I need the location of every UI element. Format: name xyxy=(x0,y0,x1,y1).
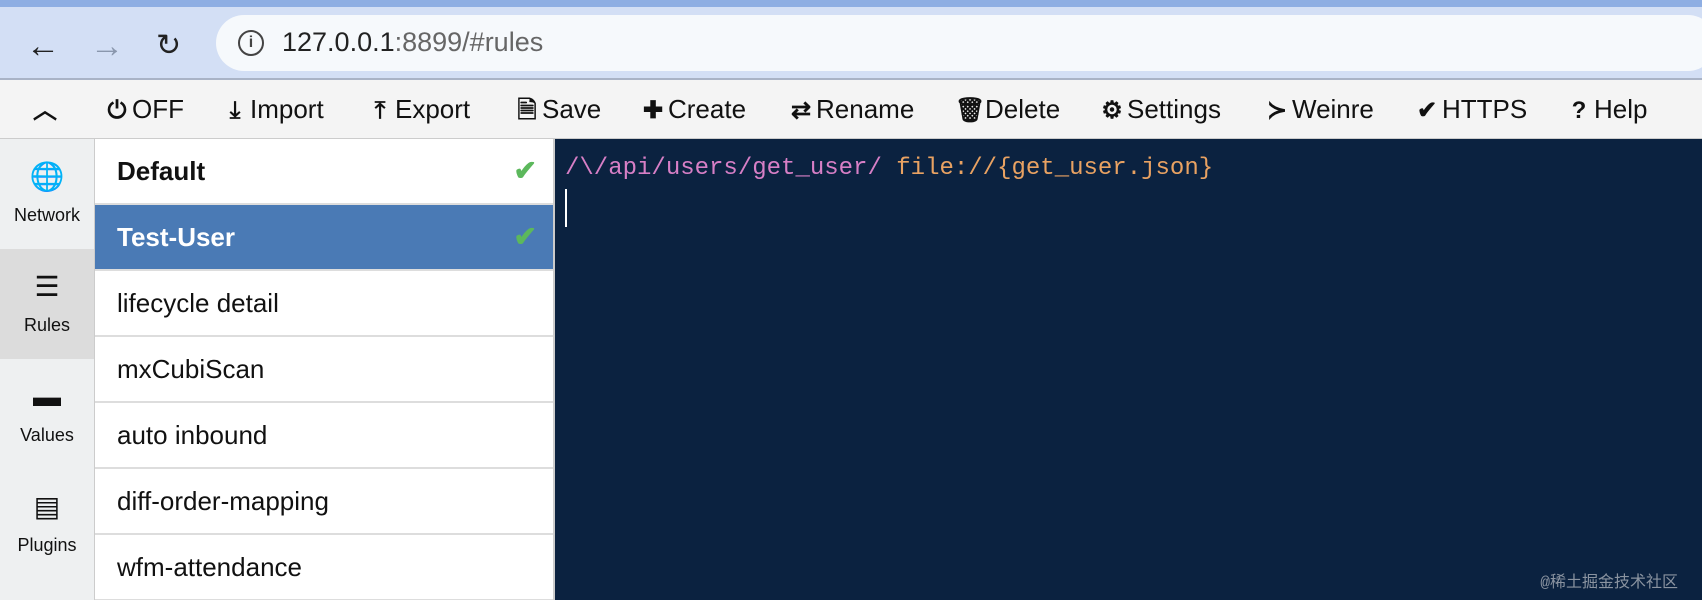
rule-item[interactable]: auto inbound xyxy=(95,403,553,469)
rules-list: Default ✔ Test-User ✔ lifecycle detail mxC… xyxy=(95,139,555,600)
save-button[interactable]: 🗎 Save xyxy=(512,80,601,139)
browser-chrome: ← → ↻ i 127.0.0.1:8899/#rules xyxy=(0,0,1702,80)
rule-item[interactable]: lifecycle detail xyxy=(95,271,553,337)
rule-item[interactable]: wfm-attendance xyxy=(95,535,553,600)
gear-icon: ⚙ xyxy=(1101,97,1123,124)
off-button[interactable]: ⏻ OFF xyxy=(102,80,185,139)
nav-plugins[interactable]: ▤ Plugins xyxy=(0,469,94,579)
rule-item[interactable]: mxCubiScan xyxy=(95,337,553,403)
import-button[interactable]: ⤓ Import xyxy=(220,80,324,139)
check-icon: ✔ xyxy=(513,155,537,186)
editor-line: /\/api/users/get_user/ file://{get_user.… xyxy=(565,155,1214,182)
nav-rules[interactable]: ☰ Rules xyxy=(0,249,94,359)
info-icon[interactable]: i xyxy=(238,30,264,56)
globe-icon: 🌐 xyxy=(29,161,65,192)
rule-item[interactable]: Default ✔ xyxy=(95,139,553,205)
delete-button[interactable]: 🗑Delete xyxy=(955,80,1060,139)
create-button[interactable]: ✚ Create xyxy=(638,80,746,139)
collapse-button[interactable]: ︿ xyxy=(30,80,60,139)
check-icon: ✔ xyxy=(1416,97,1438,124)
plugins-list-icon: ▤ xyxy=(33,491,61,522)
terminal-icon: ≻ xyxy=(1266,97,1288,124)
back-button[interactable]: ← xyxy=(26,21,60,71)
exchange-icon: ⇄ xyxy=(790,97,812,124)
nav-values[interactable]: ▬ Values xyxy=(0,359,94,469)
plus-icon: ✚ xyxy=(642,97,664,124)
weinre-button[interactable]: ≻ Weinre xyxy=(1262,80,1374,139)
check-icon: ✔ xyxy=(513,221,537,252)
chevron-up-icon: ︿ xyxy=(33,97,57,124)
list-icon: ☰ xyxy=(34,271,60,302)
forward-button[interactable]: → xyxy=(90,21,124,71)
settings-button[interactable]: ⚙ Settings xyxy=(1097,80,1221,139)
watermark: @稀土掘金技术社区 xyxy=(1540,574,1678,592)
url-text[interactable]: 127.0.0.1:8899/#rules xyxy=(282,27,543,58)
nav-network[interactable]: 🌐 Network xyxy=(0,139,94,249)
import-icon: ⤓ xyxy=(229,97,241,124)
help-button[interactable]: ? Help xyxy=(1564,80,1648,139)
rule-editor[interactable]: /\/api/users/get_user/ file://{get_user.… xyxy=(555,139,1702,600)
rule-item[interactable]: diff-order-mapping xyxy=(95,469,553,535)
text-cursor xyxy=(565,189,567,227)
question-icon: ? xyxy=(1571,97,1587,124)
trash-icon: 🗑 xyxy=(955,97,986,124)
rule-item-selected[interactable]: Test-User ✔ xyxy=(95,205,553,271)
address-bar[interactable]: i 127.0.0.1:8899/#rules xyxy=(216,15,1702,71)
save-icon: 🗎 xyxy=(517,97,537,124)
reload-button[interactable]: ↻ xyxy=(156,21,181,71)
folder-icon: ▬ xyxy=(33,381,61,412)
export-button[interactable]: ⤒ Export xyxy=(365,80,470,139)
https-button[interactable]: ✔ HTTPS xyxy=(1412,80,1527,139)
toolbar: ︿ ⏻ OFF ⤓ Import ⤒ Export 🗎 Save ✚ Create ⇄ Re… xyxy=(0,80,1702,139)
power-icon: ⏻ xyxy=(107,97,127,124)
side-nav: 🌐 Network ☰ Rules ▬ Values ▤ Plugins xyxy=(0,139,95,600)
rename-button[interactable]: ⇄ Rename xyxy=(786,80,914,139)
export-icon: ⤒ xyxy=(374,97,386,124)
